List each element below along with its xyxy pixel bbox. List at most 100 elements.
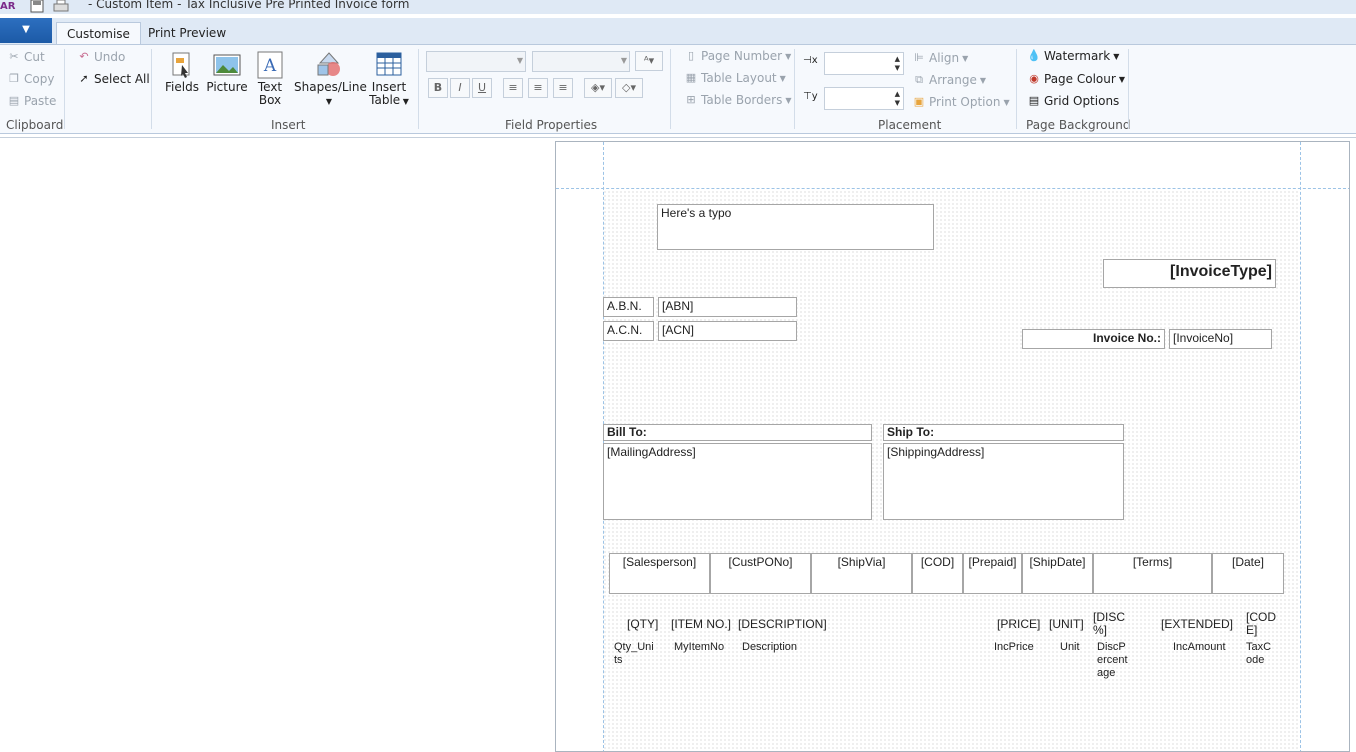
group-separator [1128, 49, 1129, 129]
unit-field[interactable]: Unit [1060, 641, 1080, 654]
table-layout-button[interactable]: ▦ Table Layout ▼ [684, 71, 786, 85]
page-colour-button[interactable]: ◉ Page Colour ▼ [1027, 72, 1125, 86]
font-family-combo[interactable]: ▼ [426, 51, 526, 72]
file-menu-button[interactable]: ▼ [0, 18, 52, 43]
dropdown-arrow-icon: ▼ [962, 53, 969, 63]
fill-color-icon[interactable]: ◈▾ [584, 78, 612, 98]
terms-field[interactable]: [Terms] [1093, 553, 1212, 594]
invoice-type-field[interactable]: [InvoiceType] [1103, 259, 1276, 288]
disc-percentage-field[interactable]: DiscP ercent age [1097, 641, 1128, 680]
copy-icon: ❐ [9, 72, 19, 85]
dropdown-arrow-icon: ▼ [516, 56, 523, 65]
align-right-icon[interactable]: ≡ [553, 78, 573, 98]
border-color-icon[interactable]: ◇▾ [615, 78, 643, 98]
inc-amount-field[interactable]: IncAmount [1173, 641, 1226, 654]
grid-options-button[interactable]: ▤ Grid Options [1027, 94, 1120, 108]
watermark-icon: 💧 [1027, 49, 1041, 62]
arrange-button[interactable]: ⧉ Arrange ▼ [912, 73, 986, 87]
font-size-combo[interactable]: ▼ [532, 51, 630, 72]
typo-text-box[interactable]: Here's a typo [657, 204, 934, 250]
select-all-button[interactable]: ➚ Select All [77, 72, 149, 86]
tab-customise[interactable]: Customise [56, 22, 141, 45]
prepaid-field[interactable]: [Prepaid] [963, 553, 1022, 594]
cut-button[interactable]: ✂ Cut [7, 50, 44, 64]
align-center-icon[interactable]: ≡ [528, 78, 548, 98]
abn-label[interactable]: A.B.N. [603, 297, 654, 317]
acn-field[interactable]: [ACN] [658, 321, 797, 341]
copy-button[interactable]: ❐ Copy [7, 72, 54, 86]
text-box-icon: A [257, 51, 283, 79]
qty-header[interactable]: [QTY] [627, 618, 658, 631]
disc-header[interactable]: [DISC%] [1093, 611, 1125, 637]
item-no-field[interactable]: MyItemNo [674, 641, 724, 654]
window-title: - Custom Item - Tax Inclusive Pre Printe… [88, 0, 410, 11]
bold-button[interactable]: B [428, 78, 448, 98]
watermark-button[interactable]: 💧 Watermark ▼ [1027, 49, 1119, 63]
dropdown-arrow-icon: ▼ [785, 95, 792, 105]
table-icon [376, 52, 402, 76]
undo-button[interactable]: ↶ Undo [77, 50, 125, 64]
dropdown-arrow-icon: ▼ [400, 97, 409, 106]
dropdown-arrow-icon: ▼ [779, 73, 786, 83]
price-header[interactable]: [PRICE] [997, 618, 1040, 631]
cust-po-no-field[interactable]: [CustPONo] [710, 553, 811, 594]
paste-button[interactable]: ▤ Paste [7, 94, 57, 108]
description-header[interactable]: [DESCRIPTION] [738, 618, 827, 631]
align-left-icon[interactable]: ≡ [503, 78, 523, 98]
table-layout-icon: ▦ [685, 71, 697, 84]
abn-field[interactable]: [ABN] [658, 297, 797, 317]
invoice-no-field[interactable]: [InvoiceNo] [1169, 329, 1272, 349]
tab-print-preview[interactable]: Print Preview [138, 22, 236, 45]
insert-table-button[interactable]: Insert Table ▼ [369, 51, 409, 108]
description-field[interactable]: Description [742, 641, 797, 654]
bill-to-label[interactable]: Bill To: [603, 424, 872, 441]
align-button[interactable]: ⊫ Align ▼ [912, 51, 968, 65]
cod-field[interactable]: [COD] [912, 553, 963, 594]
ship-via-field[interactable]: [ShipVia] [811, 553, 912, 594]
table-borders-button[interactable]: ⊞ Table Borders ▼ [684, 93, 791, 107]
margin-guide-right [1300, 142, 1301, 751]
save-icon[interactable] [30, 0, 44, 13]
text-box-button[interactable]: A Text Box [253, 51, 287, 107]
date-field[interactable]: [Date] [1212, 553, 1284, 594]
insert-group-label: Insert [271, 118, 306, 132]
x-position-input[interactable]: ▲ ▼ [824, 52, 904, 75]
invoice-no-label[interactable]: Invoice No.: [1022, 329, 1165, 349]
fields-button[interactable]: Fields [163, 51, 201, 94]
margin-guide-top [556, 188, 1349, 189]
italic-button[interactable]: I [450, 78, 470, 98]
title-bar: AR - Custom Item - Tax Inclusive Pre Pri… [0, 0, 1356, 14]
item-no-header[interactable]: [ITEM NO.] [671, 618, 731, 631]
ship-to-label[interactable]: Ship To: [883, 424, 1124, 441]
spin-down-icon[interactable]: ▼ [895, 64, 900, 72]
ship-date-field[interactable]: [ShipDate] [1022, 553, 1093, 594]
form-page[interactable]: Here's a typo [InvoiceType] A.B.N. [ABN]… [555, 141, 1350, 752]
spin-up-icon[interactable]: ▲ [895, 90, 900, 98]
page-number-button[interactable]: ▯ Page Number ▼ [684, 49, 791, 63]
mailing-address-field[interactable]: [MailingAddress] [603, 443, 872, 520]
acn-label[interactable]: A.C.N. [603, 321, 654, 341]
extended-header[interactable]: [EXTENDED] [1161, 618, 1233, 631]
unit-header[interactable]: [UNIT] [1049, 618, 1084, 631]
inc-price-field[interactable]: IncPrice [994, 641, 1034, 654]
ribbon-tab-row: ▼ Customise Print Preview [0, 18, 1356, 45]
undo-icon: ↶ [79, 50, 89, 63]
spin-down-icon[interactable]: ▼ [895, 99, 900, 107]
code-header[interactable]: [COD E] [1246, 611, 1276, 637]
shapes-line-button[interactable]: Shapes/Line ▼ [294, 51, 367, 108]
y-position-input[interactable]: ▲ ▼ [824, 87, 904, 110]
print-option-button[interactable]: ▣ Print Option ▼ [912, 95, 1010, 109]
print-icon[interactable] [53, 0, 69, 13]
underline-button[interactable]: U [472, 78, 492, 98]
arrange-icon: ⧉ [915, 73, 923, 86]
page-colour-icon: ◉ [1029, 72, 1039, 85]
x-position-icon: ⊣x [803, 55, 818, 66]
picture-button[interactable]: Picture [206, 51, 248, 94]
font-color-icon[interactable]: ᴬ▾ [635, 51, 663, 71]
tax-code-field[interactable]: TaxC ode [1246, 641, 1271, 667]
spin-up-icon[interactable]: ▲ [895, 55, 900, 63]
salesperson-field[interactable]: [Salesperson] [609, 553, 710, 594]
app-logo: AR [0, 1, 16, 12]
qty-units-field[interactable]: Qty_Uni ts [614, 641, 654, 667]
shipping-address-field[interactable]: [ShippingAddress] [883, 443, 1124, 520]
